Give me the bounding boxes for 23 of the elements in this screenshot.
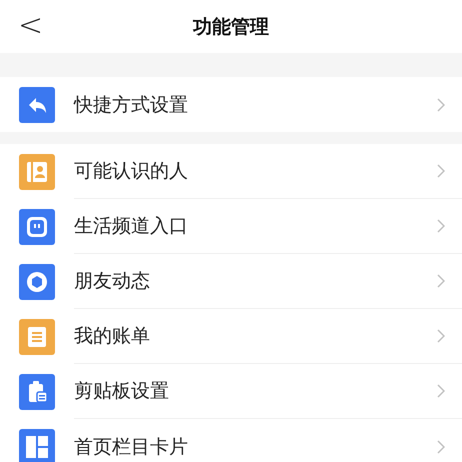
- settings-row[interactable]: 可能认识的人: [0, 144, 462, 199]
- chevron-icon: [437, 219, 445, 233]
- row-label: 快捷方式设置: [74, 92, 188, 118]
- row-label: 朋友动态: [74, 269, 150, 294]
- chevron-icon: [437, 274, 445, 288]
- row-label: 首页栏目卡片: [74, 434, 188, 460]
- chevron-icon: [437, 329, 445, 343]
- chevron-icon: [437, 440, 445, 454]
- settings-row[interactable]: 快捷方式设置: [0, 77, 462, 132]
- row-label: 生活频道入口: [74, 214, 188, 239]
- back-button[interactable]: <: [12, 8, 50, 44]
- row-label: 我的账单: [74, 324, 150, 349]
- chevron-icon: [437, 98, 445, 112]
- chevron-icon: [437, 384, 445, 398]
- settings-row[interactable]: 剪贴板设置: [0, 364, 462, 419]
- settings-row[interactable]: 首页栏目卡片: [0, 419, 462, 462]
- chevron-icon: [437, 164, 445, 178]
- row-label: 剪贴板设置: [74, 379, 169, 404]
- row-label: 可能认识的人: [74, 159, 188, 184]
- settings-row[interactable]: 我的账单: [0, 309, 462, 364]
- page-title: 功能管理: [193, 14, 269, 40]
- settings-row[interactable]: 生活频道入口: [0, 199, 462, 254]
- settings-row[interactable]: 朋友动态: [0, 254, 462, 309]
